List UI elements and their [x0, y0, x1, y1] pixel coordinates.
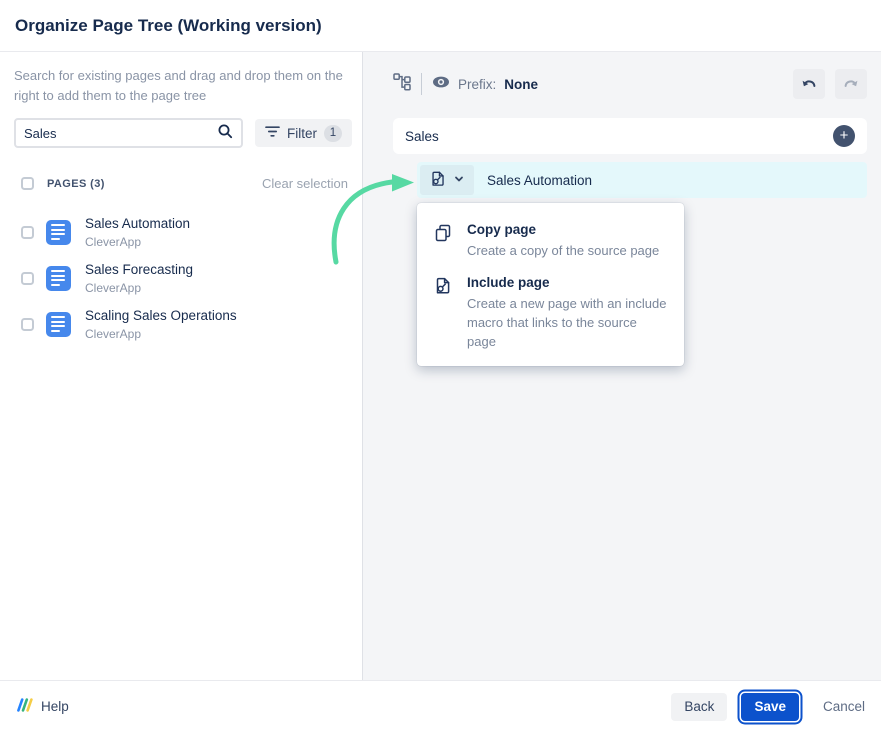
- page-title-text: Sales Forecasting: [85, 262, 193, 277]
- filter-icon: [265, 125, 280, 141]
- document-icon: [46, 312, 71, 337]
- search-panel: Search for existing pages and drag and d…: [0, 52, 363, 680]
- menu-item-copy-page[interactable]: Copy page Create a copy of the source pa…: [417, 211, 684, 264]
- search-input[interactable]: [24, 126, 217, 141]
- clear-selection-link[interactable]: Clear selection: [262, 176, 348, 191]
- redo-icon: [843, 76, 859, 93]
- add-page-button[interactable]: +: [833, 125, 855, 147]
- menu-item-description: Create a copy of the source page: [467, 242, 659, 261]
- dialog-header: Organize Page Tree (Working version): [0, 0, 881, 52]
- search-instructions: Search for existing pages and drag and d…: [14, 66, 348, 105]
- pages-count-label: PAGES (3): [47, 178, 105, 190]
- tree-toolbar: Prefix: None: [393, 68, 867, 100]
- cancel-button[interactable]: Cancel: [823, 699, 865, 714]
- search-box[interactable]: [14, 118, 243, 148]
- back-button[interactable]: Back: [671, 693, 727, 721]
- document-icon: [46, 266, 71, 291]
- page-meta: Sales Automation CleverApp: [85, 215, 190, 249]
- copy-page-icon: [433, 222, 453, 261]
- page-title-text: Sales Automation: [85, 216, 190, 231]
- page-meta: Sales Forecasting CleverApp: [85, 261, 193, 295]
- prefix-label: Prefix:: [458, 77, 496, 92]
- menu-item-description: Create a new page with an include macro …: [467, 295, 668, 352]
- plus-icon: +: [840, 128, 849, 143]
- page-search-results: Sales Automation CleverApp Sales Forecas…: [14, 215, 348, 341]
- page-type-dropdown-button[interactable]: [420, 165, 474, 195]
- tree-root-row[interactable]: Sales +: [393, 118, 867, 154]
- menu-item-text: Copy page Create a copy of the source pa…: [467, 222, 659, 261]
- page-space-text: CleverApp: [85, 281, 193, 295]
- include-page-icon: [429, 170, 447, 191]
- list-item[interactable]: Sales Forecasting CleverApp: [14, 261, 348, 295]
- toolbar-divider: [421, 73, 422, 95]
- page-title: Organize Page Tree (Working version): [15, 16, 322, 36]
- menu-item-text: Include page Create a new page with an i…: [467, 275, 668, 352]
- page-checkbox[interactable]: [21, 272, 34, 285]
- footer-actions: Back Save Cancel: [671, 693, 865, 721]
- help-logo-icon: [16, 697, 33, 716]
- page-meta: Scaling Sales Operations CleverApp: [85, 307, 237, 341]
- page-title-text: Scaling Sales Operations: [85, 308, 237, 323]
- redo-button[interactable]: [835, 69, 867, 99]
- page-space-text: CleverApp: [85, 327, 237, 341]
- prefix-value: None: [504, 77, 538, 92]
- document-icon: [46, 220, 71, 245]
- menu-item-title: Copy page: [467, 222, 659, 237]
- eye-icon: [432, 73, 450, 96]
- menu-item-include-page[interactable]: Include page Create a new page with an i…: [417, 264, 684, 355]
- select-all-checkbox[interactable]: [21, 177, 34, 190]
- filter-label: Filter: [287, 126, 317, 141]
- tree-child-row[interactable]: Sales Automation: [417, 162, 867, 198]
- search-row: Filter 1: [14, 118, 348, 148]
- dialog-body: Search for existing pages and drag and d…: [0, 52, 881, 680]
- page-tree-icon: [393, 73, 411, 96]
- undo-icon: [801, 76, 817, 93]
- page-space-text: CleverApp: [85, 235, 190, 249]
- search-icon: [217, 123, 233, 144]
- filter-badge: 1: [324, 125, 342, 142]
- list-item[interactable]: Scaling Sales Operations CleverApp: [14, 307, 348, 341]
- prefix-control[interactable]: Prefix: None: [432, 73, 538, 96]
- menu-item-title: Include page: [467, 275, 668, 290]
- undo-button[interactable]: [793, 69, 825, 99]
- help-link[interactable]: Help: [16, 697, 69, 716]
- filter-button[interactable]: Filter 1: [255, 119, 352, 147]
- page-checkbox[interactable]: [21, 226, 34, 239]
- organize-page-tree-dialog: Organize Page Tree (Working version) Sea…: [0, 0, 881, 732]
- list-item[interactable]: Sales Automation CleverApp: [14, 215, 348, 249]
- help-label: Help: [41, 699, 69, 714]
- page-type-dropdown-menu: Copy page Create a copy of the source pa…: [417, 203, 684, 366]
- child-title: Sales Automation: [487, 173, 592, 188]
- include-page-icon: [433, 275, 453, 352]
- chevron-down-icon: [453, 173, 465, 188]
- page-checkbox[interactable]: [21, 318, 34, 331]
- save-button[interactable]: Save: [741, 693, 799, 721]
- pages-header-row: PAGES (3) Clear selection: [14, 176, 348, 191]
- dialog-footer: Help Back Save Cancel: [0, 680, 881, 732]
- page-tree-panel: Prefix: None: [363, 52, 881, 680]
- root-title: Sales: [405, 129, 439, 144]
